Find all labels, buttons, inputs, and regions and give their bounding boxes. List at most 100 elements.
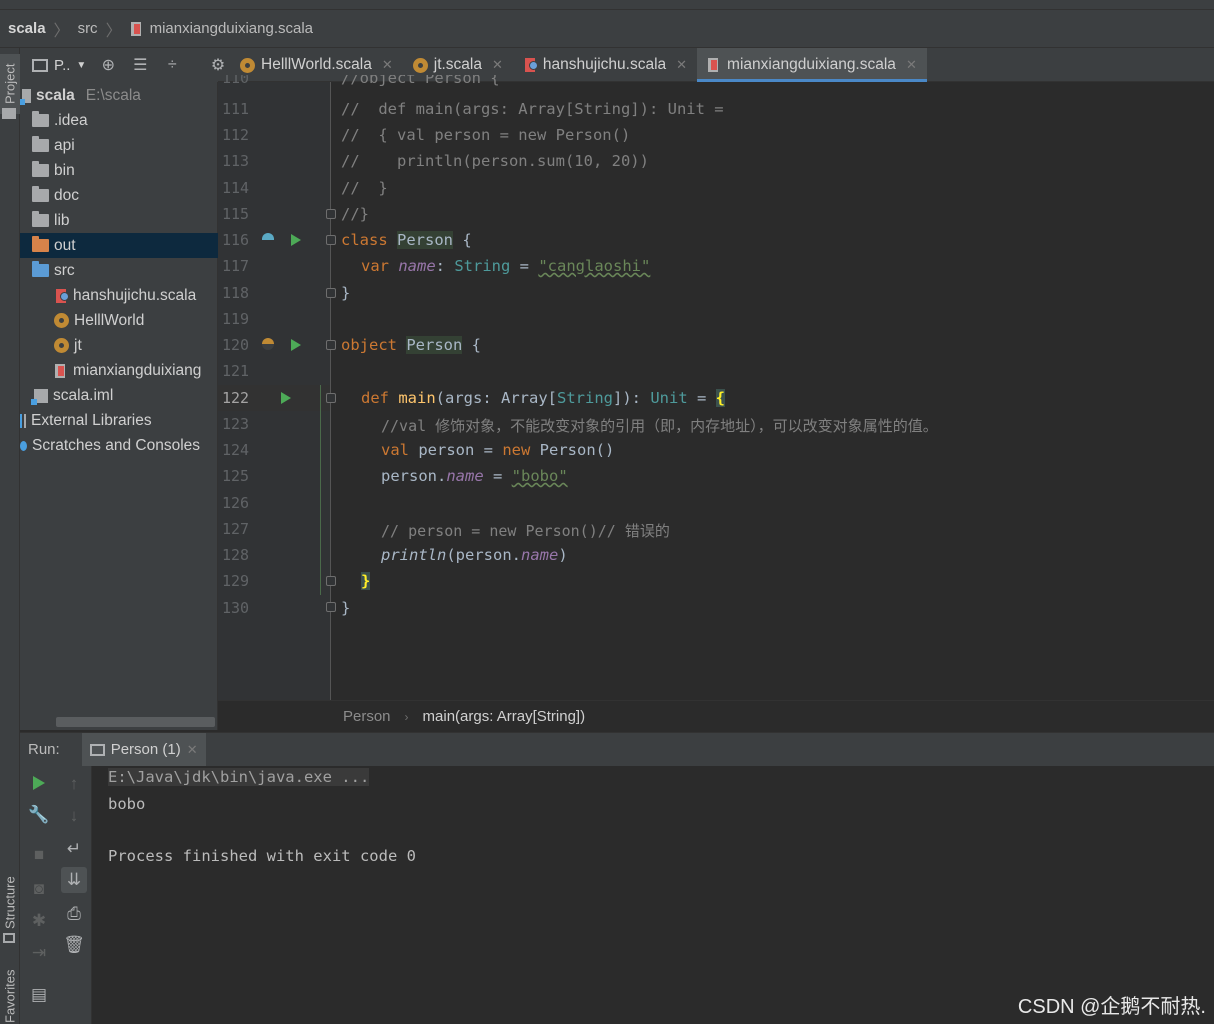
project-tree: scala E:\scala .idea api bin doc lib out… xyxy=(20,82,218,730)
tree-item-idea[interactable]: .idea xyxy=(20,108,218,133)
fold-icon[interactable] xyxy=(326,393,336,403)
run-gutter-icon[interactable] xyxy=(281,392,291,404)
code-line-129: } xyxy=(361,572,371,590)
rerun-icon[interactable] xyxy=(33,776,45,790)
breadcrumb-file[interactable]: mianxiangduixiang.scala xyxy=(130,20,313,37)
tree-item-label: hanshujichu.scala xyxy=(73,286,197,304)
project-view-selector[interactable]: P.. ▼ xyxy=(32,57,86,74)
soft-wrap-icon[interactable]: ↵ xyxy=(64,839,84,859)
line-number: 128 xyxy=(222,546,250,564)
tree-item-mianxiangduixiang[interactable]: mianxiangduixiang xyxy=(20,358,218,383)
scroll-to-end-icon[interactable]: ⇊ xyxy=(61,867,87,893)
fold-icon[interactable] xyxy=(326,602,336,612)
type-name: String xyxy=(557,389,613,407)
scratch-icon xyxy=(20,440,27,451)
tree-item-label: src xyxy=(54,261,75,279)
close-icon[interactable]: ✕ xyxy=(906,57,917,73)
run-gutter-icon[interactable] xyxy=(291,339,301,351)
tree-item-external-libraries[interactable]: External Libraries xyxy=(20,408,218,433)
project-toolbar: P.. ▼ ⊕ ☰ ÷ xyxy=(20,48,218,82)
collapse-all-icon[interactable]: ÷ xyxy=(162,55,182,75)
breadcrumb-method[interactable]: main(args: Array[String]) xyxy=(423,708,586,725)
close-icon[interactable]: ✕ xyxy=(382,57,393,73)
tree-item-src[interactable]: src xyxy=(20,258,218,283)
object-icon xyxy=(54,313,69,328)
object-name: Person xyxy=(406,336,463,354)
close-icon[interactable]: ✕ xyxy=(492,57,503,73)
fold-icon[interactable] xyxy=(326,235,336,245)
code-line-125: person.name = "bobo" xyxy=(381,467,568,485)
implemented-marker-icon[interactable] xyxy=(262,233,274,240)
favorites-tool-button[interactable]: Favorites xyxy=(0,968,20,1024)
fold-icon[interactable] xyxy=(326,576,336,586)
line-number: 127 xyxy=(222,520,250,538)
tree-item-helllworld[interactable]: HelllWorld xyxy=(20,308,218,333)
breadcrumb-folder[interactable]: src xyxy=(78,20,98,37)
wrench-icon[interactable]: 🔧 xyxy=(28,805,49,825)
field-name: name xyxy=(398,257,436,275)
arrow-up-icon[interactable]: ↑ xyxy=(64,774,84,794)
tree-root[interactable]: scala E:\scala xyxy=(20,83,218,108)
tab-label: jt.scala xyxy=(433,56,482,73)
close-icon[interactable]: ✕ xyxy=(187,742,198,758)
code-line-111: // def main(args: Array[String]): Unit = xyxy=(341,100,724,118)
tree-root-path: E:\scala xyxy=(85,86,141,104)
close-icon[interactable]: ✕ xyxy=(676,57,687,73)
breadcrumb-class[interactable]: Person xyxy=(343,708,391,725)
tree-item-lib[interactable]: lib xyxy=(20,208,218,233)
run-gutter-icon[interactable] xyxy=(291,234,301,246)
tree-item-out[interactable]: out xyxy=(20,233,218,258)
run-console[interactable] xyxy=(92,766,1214,1024)
companion-marker-icon[interactable] xyxy=(262,338,274,350)
tab-hanshujichu[interactable]: hanshujichu.scala ✕ xyxy=(513,48,697,82)
code-text: : xyxy=(435,257,455,275)
tree-item-doc[interactable]: doc xyxy=(20,183,218,208)
console-command-line: E:\Java\jdk\bin\java.exe ... xyxy=(108,768,370,786)
tab-mianxiangduixiang[interactable]: mianxiangduixiang.scala ✕ xyxy=(697,48,927,82)
tree-item-hanshujichu[interactable]: hanshujichu.scala xyxy=(20,283,218,308)
arrow-down-icon[interactable]: ↓ xyxy=(64,806,84,826)
scala-file-icon xyxy=(130,21,144,37)
tree-item-jt[interactable]: jt xyxy=(20,333,218,358)
field-name: name xyxy=(520,546,559,564)
scala-file-icon xyxy=(54,363,68,379)
tree-item-api[interactable]: api xyxy=(20,133,218,158)
camera-icon[interactable]: ◙ xyxy=(29,879,49,899)
folder-icon xyxy=(32,211,49,227)
title-strip xyxy=(0,0,1214,10)
dropdown-arrow-icon: ▼ xyxy=(76,59,87,71)
tree-horizontal-scrollbar[interactable] xyxy=(56,717,215,727)
project-tool-button[interactable]: Project xyxy=(0,54,20,114)
locate-icon[interactable]: ⊕ xyxy=(98,55,118,75)
code-line-130: } xyxy=(341,599,351,617)
tree-item-scala-iml[interactable]: scala.iml xyxy=(20,383,218,408)
fold-icon[interactable] xyxy=(326,209,336,219)
tree-item-scratches[interactable]: Scratches and Consoles xyxy=(20,433,218,458)
code-text: (args: Array[ xyxy=(435,389,557,407)
settings-icon[interactable]: ✱ xyxy=(29,911,49,931)
code-line-116: class Person { xyxy=(341,231,472,249)
code-text: person. xyxy=(381,467,447,485)
tree-item-bin[interactable]: bin xyxy=(20,158,218,183)
code-text: Person() xyxy=(530,441,615,459)
fold-icon[interactable] xyxy=(326,340,336,350)
run-tab-person[interactable]: Person (1) ✕ xyxy=(81,732,206,767)
structure-tool-button[interactable]: Structure xyxy=(0,863,20,943)
trash-icon[interactable]: 🗑 xyxy=(63,935,85,955)
expand-all-icon[interactable]: ☰ xyxy=(130,55,150,75)
keyword: object xyxy=(341,336,397,354)
code-line-117: var name: String = "canglaoshi" xyxy=(361,257,650,275)
console-exit-line: Process finished with exit code 0 xyxy=(108,847,416,865)
gear-icon[interactable]: ⚙ xyxy=(208,55,228,75)
fold-icon[interactable] xyxy=(326,288,336,298)
exit-icon[interactable]: ⇥ xyxy=(29,943,49,963)
stop-icon[interactable]: ■ xyxy=(29,845,49,865)
breadcrumb-project[interactable]: scala xyxy=(8,20,46,37)
class-name: Person xyxy=(397,231,454,249)
line-number: 111 xyxy=(222,100,250,118)
print-icon[interactable]: ⎙ xyxy=(64,904,84,924)
layout-icon[interactable]: ▤ xyxy=(29,985,49,1005)
line-number: 125 xyxy=(222,467,250,485)
line-number: 110 xyxy=(222,75,250,87)
type-name: Unit xyxy=(650,389,688,407)
